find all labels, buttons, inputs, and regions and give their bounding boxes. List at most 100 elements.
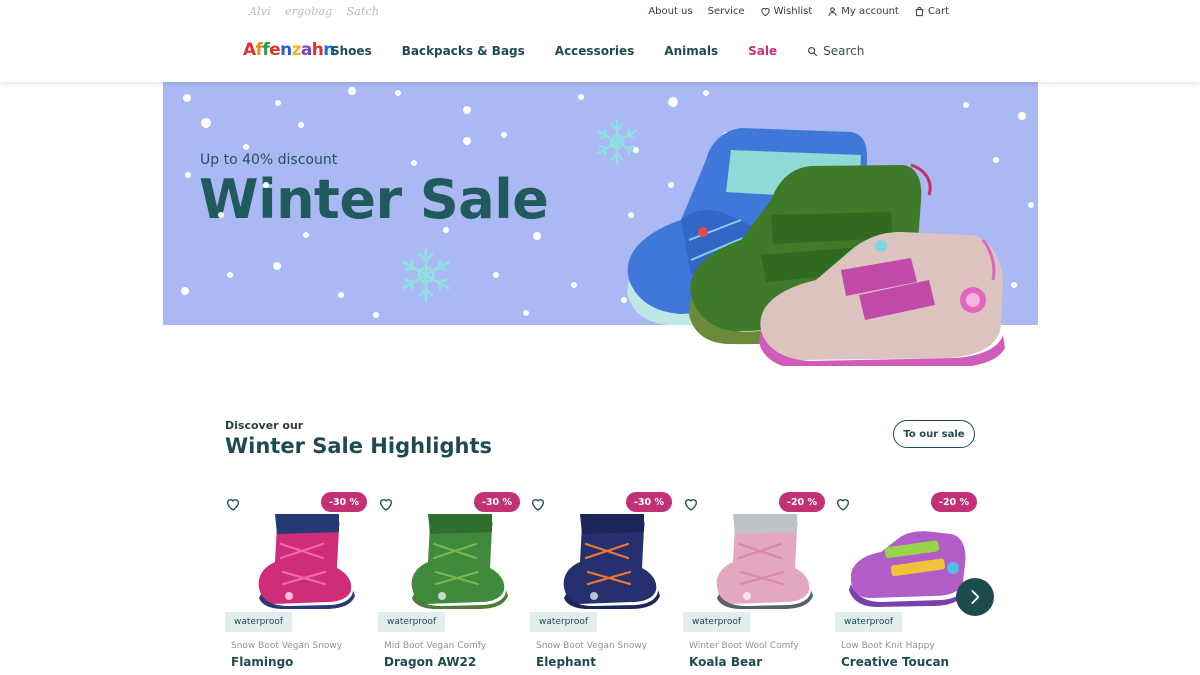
snow-dot <box>263 182 269 188</box>
account-link[interactable]: My account <box>827 6 899 17</box>
snow-dot <box>185 172 191 178</box>
product-type: Mid Boot Vegan Comfy <box>384 641 487 651</box>
discount-badge: -20 % <box>779 492 825 512</box>
snow-dot <box>501 132 507 138</box>
snow-dot <box>373 312 379 318</box>
feature-tag: waterproof <box>225 612 293 632</box>
snow-dot <box>578 94 584 100</box>
section-eyebrow: Discover our <box>225 419 304 432</box>
snow-dot <box>303 232 309 238</box>
snow-dot <box>523 310 529 316</box>
nav-item-animals[interactable]: Animals <box>664 44 718 58</box>
snow-dot <box>338 292 344 298</box>
search-icon <box>808 46 818 56</box>
about-label: About us <box>648 6 693 17</box>
discount-badge: -30 % <box>626 492 672 512</box>
snow-dot <box>201 118 211 128</box>
brand-link-satch[interactable]: Satch <box>346 5 379 18</box>
snow-dot <box>275 100 281 106</box>
logo-letter: a <box>300 40 312 60</box>
cart-link[interactable]: Cart <box>914 6 949 17</box>
brand-link-alvi[interactable]: Alvi <box>249 5 271 18</box>
snow-dot <box>1028 202 1034 208</box>
account-label: My account <box>841 6 899 17</box>
product-name[interactable]: Elephant <box>536 655 596 669</box>
search-label: Search <box>823 44 865 58</box>
feature-tag: waterproof <box>683 612 751 632</box>
product-image[interactable] <box>536 510 668 610</box>
snow-dot <box>183 94 191 102</box>
carousel-next-button[interactable] <box>956 578 994 616</box>
brand-switcher: Alvi ergobag Satch <box>249 5 379 18</box>
product-type: Snow Boot Vegan Snowy <box>231 641 343 651</box>
snow-dot <box>1011 282 1017 288</box>
product-card[interactable]: -30 % waterproof Mid Boot Vegan Comfy Drago… <box>378 490 520 675</box>
product-type: Snow Boot Vegan Snowy <box>536 641 648 651</box>
product-name[interactable]: Flamingo <box>231 655 293 669</box>
logo-letter: A <box>243 40 256 60</box>
product-image[interactable] <box>384 510 516 610</box>
snow-dot <box>395 90 401 96</box>
logo-letter: f <box>255 40 263 60</box>
product-type: Winter Boot Wool Comfy <box>689 641 799 651</box>
product-card[interactable]: -30 % waterproof Snow Boot Vegan Snowy Flam… <box>225 490 367 675</box>
product-name[interactable]: Creative Toucan <box>841 655 949 669</box>
product-card[interactable]: -20 % waterproof Low Boot Knit Happy Creati… <box>835 490 977 675</box>
logo-letter: n <box>280 40 292 60</box>
service-link[interactable]: Service <box>708 6 745 17</box>
about-link[interactable]: About us <box>648 6 692 17</box>
search-button[interactable]: Search <box>807 44 864 58</box>
main-nav: Shoes Backpacks & Bags Accessories Anima… <box>331 44 894 58</box>
hero-subtitle: Up to 40% discount <box>200 152 338 168</box>
snow-dot <box>273 262 281 270</box>
logo-letter: h <box>311 40 324 60</box>
snow-dot <box>411 160 417 166</box>
product-type: Low Boot Knit Happy <box>841 641 935 651</box>
product-name[interactable]: Dragon AW22 <box>384 655 476 669</box>
feature-tag: waterproof <box>835 612 903 632</box>
product-name[interactable]: Koala Bear <box>689 655 762 669</box>
snow-dot <box>218 212 224 218</box>
service-label: Service <box>707 6 745 17</box>
snowflake-icon <box>401 247 451 303</box>
snow-dot <box>493 272 499 278</box>
nav-item-sale[interactable]: Sale <box>748 44 777 58</box>
user-icon <box>828 7 837 16</box>
snow-dot <box>463 137 471 145</box>
site-logo[interactable]: Affenzahn <box>243 40 335 60</box>
feature-tag: waterproof <box>378 612 446 632</box>
nav-item-shoes[interactable]: Shoes <box>331 44 372 58</box>
brand-link-ergobag[interactable]: ergobag <box>285 5 332 18</box>
nav-item-accessories[interactable]: Accessories <box>555 44 635 58</box>
product-image[interactable] <box>689 510 821 610</box>
wishlist-link[interactable]: Wishlist <box>760 6 813 17</box>
logo-letter: z <box>291 40 302 60</box>
product-card[interactable]: -30 % waterproof Snow Boot Vegan Snowy Elep… <box>530 490 672 675</box>
product-image[interactable] <box>231 510 363 610</box>
snow-dot <box>571 282 577 288</box>
section-title: Winter Sale Highlights <box>225 434 492 458</box>
wishlist-label: Wishlist <box>773 6 813 17</box>
logo-letter: e <box>269 40 281 60</box>
hero-boots-image <box>627 128 1005 366</box>
snow-dot <box>298 122 304 128</box>
discount-badge: -30 % <box>474 492 520 512</box>
snow-dot <box>243 144 249 150</box>
logo-letter: f <box>262 40 270 60</box>
site-header: Alvi ergobag Satch About us Service Wish… <box>0 0 1200 82</box>
heart-icon <box>760 8 770 17</box>
snow-dot <box>963 102 969 108</box>
nav-item-bags[interactable]: Backpacks & Bags <box>402 44 525 58</box>
chevron-right-icon <box>971 590 980 604</box>
product-image[interactable] <box>841 510 973 610</box>
snow-dot <box>443 227 449 233</box>
snow-dot <box>227 272 233 278</box>
to-sale-button[interactable]: To our sale <box>893 420 975 448</box>
snow-dot <box>668 97 678 107</box>
product-card[interactable]: -20 % waterproof Winter Boot Wool Comfy Koa… <box>683 490 825 675</box>
snow-dot <box>1018 112 1026 120</box>
snow-dot <box>181 287 189 295</box>
discount-badge: -30 % <box>321 492 367 512</box>
snow-dot <box>463 106 471 114</box>
hero-title: Winter Sale <box>199 168 549 231</box>
